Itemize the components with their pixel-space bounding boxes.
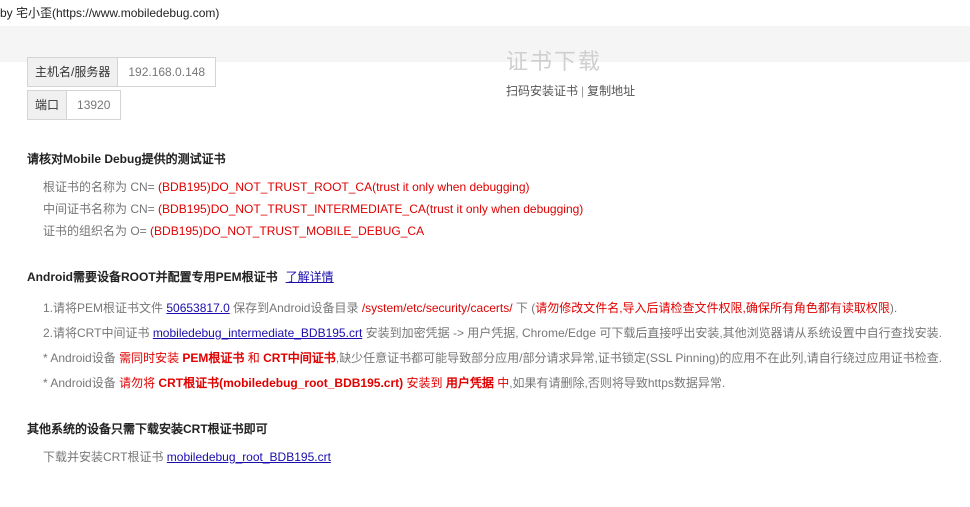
- copy-address-link[interactable]: 复制地址: [587, 84, 635, 98]
- note2-root-crt: CRT根证书(mobiledebug_root_BDB195.crt): [158, 376, 404, 390]
- cert-download-title: 证书下载: [506, 49, 603, 74]
- android-step-2: 2.请将CRT中间证书 mobiledebug_intermediate_BDB…: [43, 324, 942, 341]
- intermediate-cn-line: 中间证书名称为 CN= (BDB195)DO_NOT_TRUST_INTERME…: [43, 200, 583, 217]
- android-step-1: 1.请将PEM根证书文件 50653817.0 保存到Android设备目录 /…: [43, 299, 897, 316]
- step1-mid: 保存到Android设备目录: [233, 301, 359, 315]
- note2-donot: 请勿将: [119, 376, 156, 390]
- note1-prefix: * Android设备: [43, 351, 116, 365]
- port-label: 端口: [28, 91, 68, 119]
- note1-require: 需同时安装: [119, 351, 180, 365]
- pem-file-link[interactable]: 50653817.0: [166, 301, 229, 315]
- note2-suffix: ,如果有请删除,否则将导致https数据异常.: [509, 376, 726, 390]
- root-cn-line: 根证书的名称为 CN= (BDB195)DO_NOT_TRUST_ROOT_CA…: [43, 178, 530, 195]
- learn-more-link[interactable]: 了解详情: [286, 270, 334, 284]
- note1-and: 和: [247, 351, 260, 365]
- step2-suffix: 安装到加密凭据 -> 用户凭据, Chrome/Edge 可下载后直接呼出安装,…: [365, 326, 943, 340]
- android-heading-text: Android需要设备ROOT并配置专用PEM根证书: [27, 270, 278, 284]
- host-field: 主机名/服务器 192.168.0.148: [27, 57, 217, 87]
- org-value: (BDB195)DO_NOT_TRUST_MOBILE_DEBUG_CA: [150, 224, 425, 238]
- root-crt-link[interactable]: mobiledebug_root_BDB195.crt: [167, 450, 331, 464]
- step2-prefix: 2.请将CRT中间证书: [43, 326, 150, 340]
- org-label: 证书的组织名为 O=: [43, 224, 147, 238]
- note2-install-to: 安装到: [406, 376, 443, 390]
- port-value[interactable]: 13920: [67, 91, 120, 119]
- android-heading: Android需要设备ROOT并配置专用PEM根证书 了解详情: [27, 268, 334, 285]
- note2-user-cred: 用户凭据: [445, 376, 494, 390]
- note2-prefix: * Android设备: [43, 376, 116, 390]
- host-label: 主机名/服务器: [28, 58, 119, 86]
- scan-install-link[interactable]: 扫码安装证书: [506, 84, 578, 98]
- note1-pem: PEM根证书: [182, 351, 245, 365]
- org-line: 证书的组织名为 O= (BDB195)DO_NOT_TRUST_MOBILE_D…: [43, 222, 424, 239]
- other-download-line: 下载并安装CRT根证书 mobiledebug_root_BDB195.crt: [43, 448, 331, 465]
- note1-crt: CRT中间证书: [263, 351, 336, 365]
- root-cn-label: 根证书的名称为 CN=: [43, 180, 155, 194]
- author-credit: by 宅小歪(https://www.mobiledebug.com): [0, 6, 220, 20]
- host-value[interactable]: 192.168.0.148: [118, 58, 215, 86]
- step1-mid2: 下 (: [515, 301, 536, 315]
- intermediate-crt-link[interactable]: mobiledebug_intermediate_BDB195.crt: [153, 326, 362, 340]
- note1-suffix: ,缺少任意证书都可能导致部分应用/部分请求异常,证书锁定(SSL Pinning…: [335, 351, 943, 365]
- other-heading: 其他系统的设备只需下载安装CRT根证书即可: [27, 422, 268, 436]
- qr-links: 扫码安装证书 | 复制地址: [506, 82, 635, 99]
- step1-suffix: ).: [889, 301, 898, 315]
- android-note-2: * Android设备 请勿将 CRT根证书(mobiledebug_root_…: [43, 374, 725, 391]
- cacerts-path: /system/etc/security/cacerts/: [361, 301, 513, 315]
- intermediate-cn-value: (BDB195)DO_NOT_TRUST_INTERMEDIATE_CA(tru…: [158, 202, 584, 216]
- port-field: 端口 13920: [27, 90, 122, 120]
- permission-warning: 请勿修改文件名,导入后请检查文件权限,确保所有角色都有读取权限: [535, 301, 890, 315]
- root-cn-value: (BDB195)DO_NOT_TRUST_ROOT_CA(trust it on…: [158, 180, 530, 194]
- link-separator: |: [581, 84, 585, 98]
- intermediate-cn-label: 中间证书名称为 CN=: [43, 202, 155, 216]
- android-note-1: * Android设备 需同时安装 PEM根证书 和 CRT中间证书,缺少任意证…: [43, 349, 942, 366]
- note2-in: 中: [497, 376, 510, 390]
- verify-heading: 请核对Mobile Debug提供的测试证书: [27, 152, 226, 166]
- step1-prefix: 1.请将PEM根证书文件: [43, 301, 164, 315]
- other-prefix: 下载并安装CRT根证书: [43, 450, 164, 464]
